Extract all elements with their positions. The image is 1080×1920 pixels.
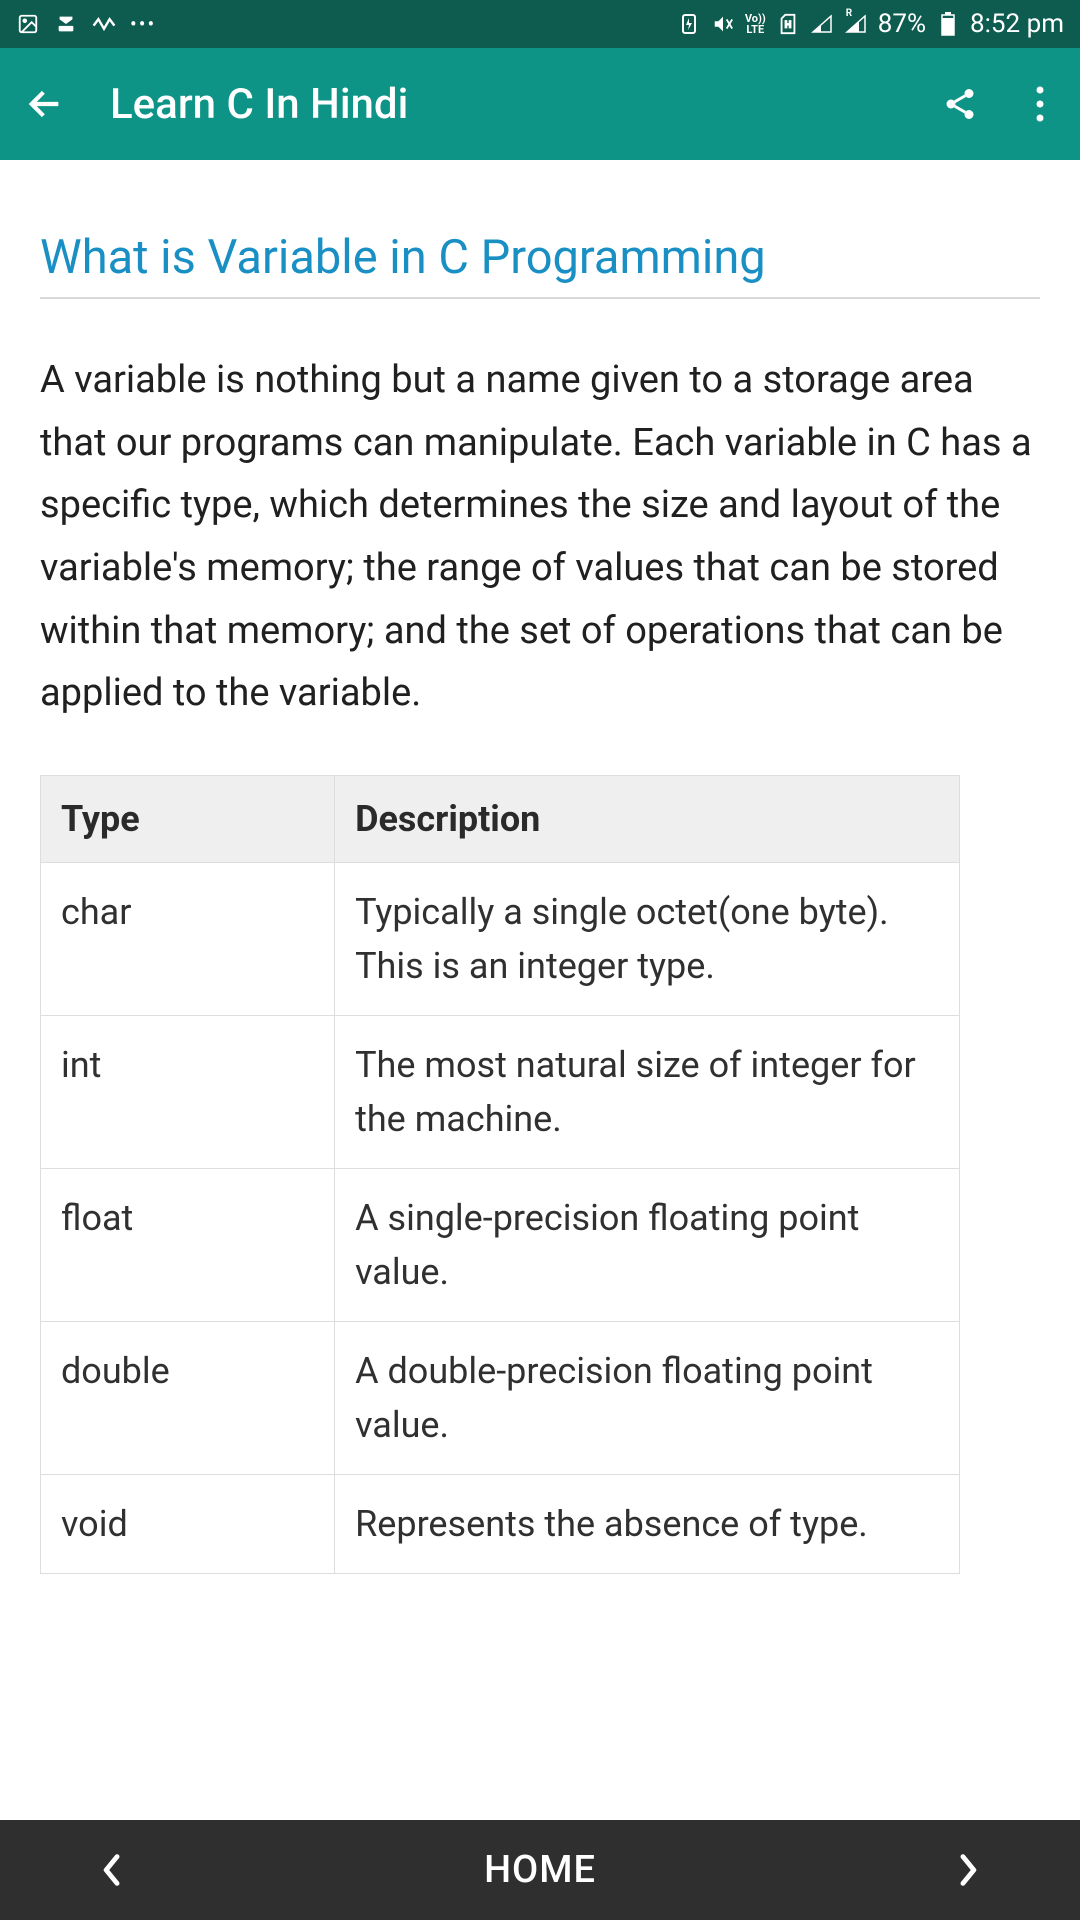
more-menu-button[interactable] bbox=[1020, 84, 1060, 124]
table-row: void Represents the absence of type. bbox=[41, 1475, 960, 1574]
main-content: What is Variable in C Programming A vari… bbox=[0, 160, 1080, 1614]
table-header-type: Type bbox=[41, 776, 335, 863]
app-title: Learn C In Hindi bbox=[110, 80, 940, 129]
cell-desc: The most natural size of integer for the… bbox=[335, 1016, 960, 1169]
table-row: char Typically a single octet(one byte).… bbox=[41, 863, 960, 1016]
next-button[interactable] bbox=[958, 1853, 980, 1887]
table-row: double A double-precision floating point… bbox=[41, 1322, 960, 1475]
status-right-icons: Vo)) LTE H R 87% 8:52 pm bbox=[677, 9, 1064, 39]
home-button[interactable]: HOME bbox=[484, 1848, 596, 1892]
charging-icon bbox=[677, 12, 701, 36]
app-status-icon bbox=[92, 12, 116, 36]
cell-type: float bbox=[41, 1169, 335, 1322]
gallery-icon bbox=[16, 12, 40, 36]
signal-1-icon bbox=[810, 12, 834, 36]
sim-icon: H bbox=[776, 12, 800, 36]
signal-2-icon: R bbox=[844, 12, 868, 36]
cell-desc: Represents the absence of type. bbox=[335, 1475, 960, 1574]
intro-paragraph: A variable is nothing but a name given t… bbox=[40, 349, 1040, 725]
table-row: float A single-precision floating point … bbox=[41, 1169, 960, 1322]
cell-desc: A single-precision floating point value. bbox=[335, 1169, 960, 1322]
clock-time: 8:52 pm bbox=[970, 9, 1064, 39]
back-button[interactable] bbox=[20, 79, 70, 129]
table-header-description: Description bbox=[335, 776, 960, 863]
app-bar: Learn C In Hindi bbox=[0, 48, 1080, 160]
table-row: int The most natural size of integer for… bbox=[41, 1016, 960, 1169]
more-notifications-icon: ••• bbox=[130, 12, 156, 36]
status-left-icons: ••• bbox=[16, 12, 156, 36]
battery-percent: 87% bbox=[878, 9, 926, 39]
prev-button[interactable] bbox=[100, 1853, 122, 1887]
status-bar: ••• Vo)) LTE H R 87% 8:52 pm bbox=[0, 0, 1080, 48]
cast-icon bbox=[54, 12, 78, 36]
volte-indicator: Vo)) LTE bbox=[745, 13, 766, 35]
cell-type: char bbox=[41, 863, 335, 1016]
cell-type: void bbox=[41, 1475, 335, 1574]
types-table: Type Description char Typically a single… bbox=[40, 775, 960, 1574]
svg-text:H: H bbox=[784, 21, 791, 31]
cell-desc: Typically a single octet(one byte). This… bbox=[335, 863, 960, 1016]
cell-type: double bbox=[41, 1322, 335, 1475]
cell-type: int bbox=[41, 1016, 335, 1169]
bottom-nav: HOME bbox=[0, 1820, 1080, 1920]
battery-icon bbox=[936, 12, 960, 36]
table-header-row: Type Description bbox=[41, 776, 960, 863]
app-bar-actions bbox=[940, 84, 1060, 124]
cell-desc: A double-precision floating point value. bbox=[335, 1322, 960, 1475]
share-button[interactable] bbox=[940, 84, 980, 124]
page-heading: What is Variable in C Programming bbox=[40, 230, 1040, 299]
mute-icon bbox=[711, 12, 735, 36]
